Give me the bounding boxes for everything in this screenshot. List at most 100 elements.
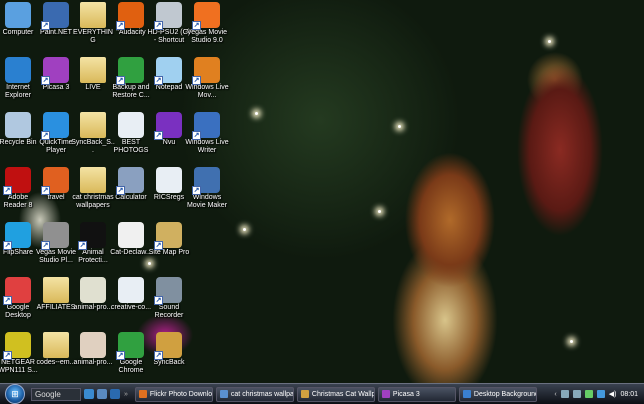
desktop-icon[interactable]: ↗ FlipShare — [0, 222, 37, 257]
show-desktop-icon[interactable] — [97, 389, 107, 399]
folder-icon — [43, 332, 69, 358]
backup-icon: ↗ — [116, 57, 144, 85]
shortcut-arrow-icon: ↗ — [192, 131, 201, 140]
desktop-icon[interactable]: animal-pro... — [74, 332, 112, 367]
desktop-icon[interactable]: ↗ Picasa 3 — [37, 57, 75, 92]
shortcut-arrow-icon: ↗ — [41, 131, 50, 140]
taskbar-button-label: Flickr Photo Downlo... — [149, 390, 213, 398]
netgear-icon: ↗ — [3, 332, 31, 360]
tray-app-icon[interactable] — [560, 390, 569, 398]
shortcut-arrow-icon: ↗ — [3, 351, 12, 360]
calculator-icon: ↗ — [116, 167, 144, 195]
firefox-icon: ↗ — [41, 167, 69, 195]
desktop-icon[interactable]: animal-pro... — [74, 277, 112, 312]
tray-app-icon[interactable] — [572, 390, 581, 398]
desktop-icon[interactable]: ↗ Google Chrome — [112, 332, 150, 375]
desktop-icon-label: Sound Recorder — [154, 304, 184, 319]
document-icon — [118, 277, 144, 303]
desktop-icon[interactable]: ↗ "Audacity — [112, 2, 150, 37]
network-icon[interactable] — [584, 390, 593, 398]
desktop-icon-label: Site Map Pro — [148, 249, 190, 256]
shortcut-arrow-icon: ↗ — [3, 241, 12, 250]
notepad-icon: ↗ — [154, 57, 182, 85]
desktop-icon[interactable]: Computer — [0, 2, 37, 37]
desktop-icon[interactable]: ↗ Site Map Pro — [148, 222, 190, 257]
desktop-icon-label: Windows Live Writer — [185, 139, 229, 154]
shortcut-arrow-icon: ↗ — [41, 186, 50, 195]
start-button[interactable]: ⊞ — [5, 384, 25, 404]
desktop-icon[interactable]: creative-co... — [111, 277, 151, 312]
desktop-icon[interactable]: RICSregs — [150, 167, 188, 202]
desktop-icon[interactable]: ↗ Paint.NET — [37, 2, 75, 37]
desktop-icon[interactable]: LIVE — [74, 57, 112, 92]
desktop-icon[interactable]: ↗ Backup and Restore C... — [112, 57, 150, 100]
folder-icon — [80, 57, 106, 83]
app-icon — [381, 390, 390, 398]
desktop-icon[interactable]: ↗ Vegas Movie Studio Pl... — [36, 222, 76, 265]
desktop-icon[interactable]: ↗ SyncBack — [150, 332, 188, 367]
paintnet-icon: ↗ — [41, 2, 69, 30]
taskbar-button[interactable]: Picasa 3 — [377, 386, 456, 402]
tray-expand-icon[interactable]: ‹ — [554, 391, 556, 398]
light-sparkle — [148, 262, 151, 265]
adobe-reader-icon: ↗ — [3, 167, 31, 195]
desktop-icon[interactable]: ↗ travel — [37, 167, 75, 202]
taskbar-button-label: cat christmas wallpa... — [230, 390, 294, 398]
app-icon — [462, 390, 471, 398]
desktop-icon[interactable]: ↗ NETGEAR WPN111 S... — [0, 332, 38, 375]
folder-icon — [80, 2, 106, 28]
desktop-icon[interactable]: cat christmas wallpapers — [72, 167, 114, 210]
tray-app-icon[interactable] — [596, 390, 605, 398]
desktop-icon[interactable]: ↗ Adobe Reader 8 — [0, 167, 37, 210]
chrome-icon: ↗ — [116, 332, 144, 360]
system-tray: ‹ ◀) 08:01 — [554, 390, 644, 398]
pdf-icon — [80, 332, 106, 358]
ie-quicklaunch-icon[interactable] — [84, 389, 94, 399]
desktop-icon-label: SyncBack — [153, 359, 185, 366]
shortcut-arrow-icon: ↗ — [192, 21, 201, 30]
desktop-icon[interactable]: Recycle Bin — [0, 112, 37, 147]
desktop-icon[interactable]: ↗ Calculator — [112, 167, 150, 202]
desktop-icon[interactable]: ↗ QuickTime Player — [37, 112, 75, 155]
desktop-icon[interactable]: ↗ Windows Movie Maker — [187, 167, 227, 210]
desktop-icon[interactable]: ↗ Animal Protecti... — [74, 222, 112, 265]
taskbar-button-label: Christmas Cat Wallp... — [311, 390, 375, 398]
folder-icon — [80, 167, 106, 193]
desktop-icon[interactable]: Internet Explorer — [0, 57, 37, 100]
audacity-icon: ↗ — [116, 2, 144, 30]
shortcut-arrow-icon: ↗ — [116, 21, 125, 30]
clock[interactable]: 08:01 — [620, 391, 638, 398]
desktop-icon-label: Vegas Movie Studio 9.0 — [186, 29, 228, 44]
desktop-icon[interactable]: Cat-Declaw... — [110, 222, 152, 257]
taskbar-button[interactable]: Flickr Photo Downlo... — [134, 386, 213, 402]
ie-icon — [5, 57, 31, 83]
switch-windows-icon[interactable] — [110, 389, 120, 399]
shortcut-arrow-icon: ↗ — [154, 296, 163, 305]
desktop-icon[interactable]: ↗ Windows Live Mov... — [185, 57, 229, 100]
computer-icon — [5, 2, 31, 28]
taskbar-button[interactable]: cat christmas wallpa... — [215, 386, 294, 402]
google-desktop-icon: ↗ — [3, 277, 31, 305]
taskbar-button[interactable]: Christmas Cat Wallp... — [296, 386, 375, 402]
desktop-icon[interactable]: ↗ Vegas Movie Studio 9.0 — [186, 2, 228, 45]
desktop-icon[interactable]: ↗ Google Desktop — [0, 277, 37, 320]
windows-logo-icon: ⊞ — [11, 388, 19, 399]
shortcut-arrow-icon: ↗ — [192, 186, 201, 195]
google-search-box[interactable]: Google — [31, 387, 81, 401]
desktop-icon[interactable]: ↗ Sound Recorder — [150, 277, 188, 320]
folder-icon — [43, 277, 69, 303]
quicklaunch-overflow-icon[interactable]: » — [124, 391, 128, 398]
desktop-icon[interactable]: BEST PHOTOGS — [112, 112, 150, 155]
desktop-icon[interactable]: ↗ HD-PSU2 (G) - Shortcut — [148, 2, 190, 45]
taskbar-button[interactable]: Desktop Background — [458, 386, 537, 402]
desktop-icon[interactable]: ↗ Windows Live Writer — [185, 112, 229, 155]
desktop-icon[interactable]: codes--em... — [37, 332, 75, 367]
desktop-icon[interactable]: ↗ Nvu — [150, 112, 188, 147]
desktop-icon[interactable]: ↗ Notepad — [150, 57, 188, 92]
volume-icon[interactable]: ◀) — [609, 390, 617, 398]
moviemaker-icon: ↗ — [192, 167, 220, 195]
desktop-icon[interactable]: AFFILIATES — [37, 277, 75, 312]
desktop-icon[interactable]: EVERYTHING — [73, 2, 113, 45]
document-icon — [156, 167, 182, 193]
desktop-icon[interactable]: SyncBack_S... — [71, 112, 115, 155]
